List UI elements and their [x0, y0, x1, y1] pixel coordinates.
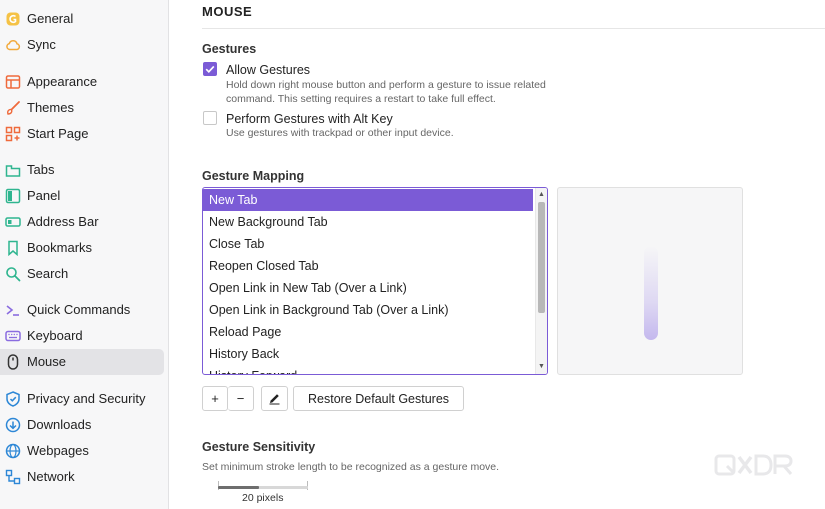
slider-fill: [218, 486, 259, 489]
sidebar-item-label: Start Page: [27, 126, 89, 141]
allow-gestures-label[interactable]: Allow Gestures: [226, 63, 310, 77]
checkmark-icon: [205, 65, 215, 74]
sidebar-item-downloads[interactable]: Downloads: [0, 412, 164, 438]
bookmark-icon: [8, 240, 18, 256]
sidebar-item-privacy[interactable]: Privacy and Security: [0, 386, 164, 412]
sidebar-item-quick-commands[interactable]: Quick Commands: [0, 297, 164, 323]
start-page-icon: [5, 126, 21, 142]
sidebar-item-webpages[interactable]: Webpages: [0, 438, 164, 464]
add-gesture-button[interactable]: +: [202, 386, 228, 411]
sidebar-item-label: Downloads: [27, 417, 92, 432]
gestures-heading: Gestures: [202, 42, 257, 56]
sidebar-item-keyboard[interactable]: Keyboard: [0, 323, 164, 349]
sidebar-item-appearance[interactable]: Appearance: [0, 69, 164, 95]
sidebar-item-label: Privacy and Security: [27, 391, 146, 406]
settings-sidebar: General Sync Appearance Themes Start Pag…: [0, 0, 169, 509]
remove-gesture-button[interactable]: −: [228, 386, 254, 411]
gesture-mapping-list[interactable]: New Tab New Background Tab Close Tab Reo…: [202, 187, 548, 375]
list-item[interactable]: New Background Tab: [203, 211, 533, 233]
sidebar-item-general[interactable]: General: [0, 6, 164, 32]
list-item[interactable]: Reopen Closed Tab: [203, 255, 533, 277]
sidebar-item-label: Mouse: [27, 354, 67, 369]
gesture-mapping-heading: Gesture Mapping: [202, 169, 305, 183]
general-icon: [6, 12, 20, 26]
sidebar-item-tabs[interactable]: Tabs: [0, 157, 164, 183]
title-divider: [202, 28, 825, 29]
list-scrollbar[interactable]: ▲ ▼: [535, 188, 547, 374]
sidebar-item-label: Search: [27, 266, 69, 281]
alt-key-gestures-checkbox[interactable]: [203, 111, 217, 125]
sidebar-item-network[interactable]: Network: [0, 464, 164, 490]
network-icon: [5, 469, 21, 485]
globe-icon: [5, 443, 21, 459]
mouse-icon: [7, 354, 19, 370]
scroll-up-icon[interactable]: ▲: [538, 191, 545, 199]
allow-gestures-checkbox[interactable]: [203, 62, 217, 76]
list-item[interactable]: History Back: [203, 343, 533, 365]
gesture-stroke-preview: [644, 246, 658, 340]
sidebar-item-label: Bookmarks: [27, 240, 93, 255]
sidebar-item-sync[interactable]: Sync: [0, 32, 164, 58]
page-title: MOUSE: [202, 4, 253, 19]
appearance-icon: [5, 75, 21, 89]
allow-gestures-description: Hold down right mouse button and perform…: [226, 79, 546, 105]
list-item[interactable]: New Tab: [203, 189, 533, 211]
sidebar-item-label: Tabs: [27, 162, 55, 177]
scrollbar-thumb[interactable]: [538, 202, 545, 313]
quick-commands-icon: [6, 305, 19, 316]
sidebar-item-label: Network: [27, 469, 75, 484]
sidebar-item-label: Panel: [27, 188, 61, 203]
sidebar-item-label: Keyboard: [27, 328, 83, 343]
scroll-down-icon[interactable]: ▼: [538, 363, 545, 371]
list-item[interactable]: Open Link in New Tab (Over a Link): [203, 277, 533, 299]
pencil-icon: [269, 394, 280, 405]
xda-watermark-logo: [714, 454, 793, 476]
cloud-icon: [6, 40, 21, 51]
shield-icon: [6, 391, 20, 407]
sensitivity-slider[interactable]: [218, 486, 308, 489]
brush-icon: [7, 101, 20, 115]
sidebar-item-label: Themes: [27, 100, 74, 115]
sidebar-item-label: Webpages: [27, 443, 89, 458]
restore-default-gestures-button[interactable]: Restore Default Gestures: [293, 386, 465, 411]
panel-icon: [5, 188, 21, 204]
sidebar-item-panel[interactable]: Panel: [0, 183, 164, 209]
settings-content: MOUSE Gestures Allow Gestures Hold down …: [170, 0, 825, 509]
edit-gesture-button[interactable]: [261, 386, 288, 411]
sensitivity-value: 20 pixels: [242, 492, 284, 504]
search-icon: [6, 267, 21, 282]
sidebar-item-bookmarks[interactable]: Bookmarks: [0, 235, 164, 261]
sidebar-item-address-bar[interactable]: Address Bar: [0, 209, 164, 235]
keyboard-icon: [5, 330, 21, 342]
sidebar-item-mouse[interactable]: Mouse: [0, 349, 164, 375]
sidebar-item-label: Appearance: [27, 74, 98, 89]
sidebar-item-label: Quick Commands: [27, 302, 131, 317]
gesture-sensitivity-description: Set minimum stroke length to be recogniz…: [202, 461, 500, 473]
sidebar-item-start-page[interactable]: Start Page: [0, 121, 164, 147]
alt-key-gestures-label[interactable]: Perform Gestures with Alt Key: [226, 112, 393, 126]
list-item[interactable]: Open Link in Background Tab (Over a Link…: [203, 299, 533, 321]
download-icon: [5, 417, 21, 433]
gesture-preview-panel: [557, 187, 743, 375]
list-item[interactable]: Close Tab: [203, 233, 533, 255]
sidebar-item-search[interactable]: Search: [0, 261, 164, 287]
sidebar-item-label: Sync: [27, 37, 56, 52]
address-bar-icon: [5, 217, 21, 227]
tabs-icon: [5, 165, 21, 177]
list-item[interactable]: History Forward: [203, 365, 533, 374]
alt-key-gestures-description: Use gestures with trackpad or other inpu…: [226, 127, 454, 139]
sidebar-item-label: Address Bar: [27, 214, 99, 229]
sidebar-item-themes[interactable]: Themes: [0, 95, 164, 121]
sidebar-item-label: General: [27, 11, 74, 26]
list-item[interactable]: Reload Page: [203, 321, 533, 343]
gesture-sensitivity-heading: Gesture Sensitivity: [202, 440, 316, 454]
